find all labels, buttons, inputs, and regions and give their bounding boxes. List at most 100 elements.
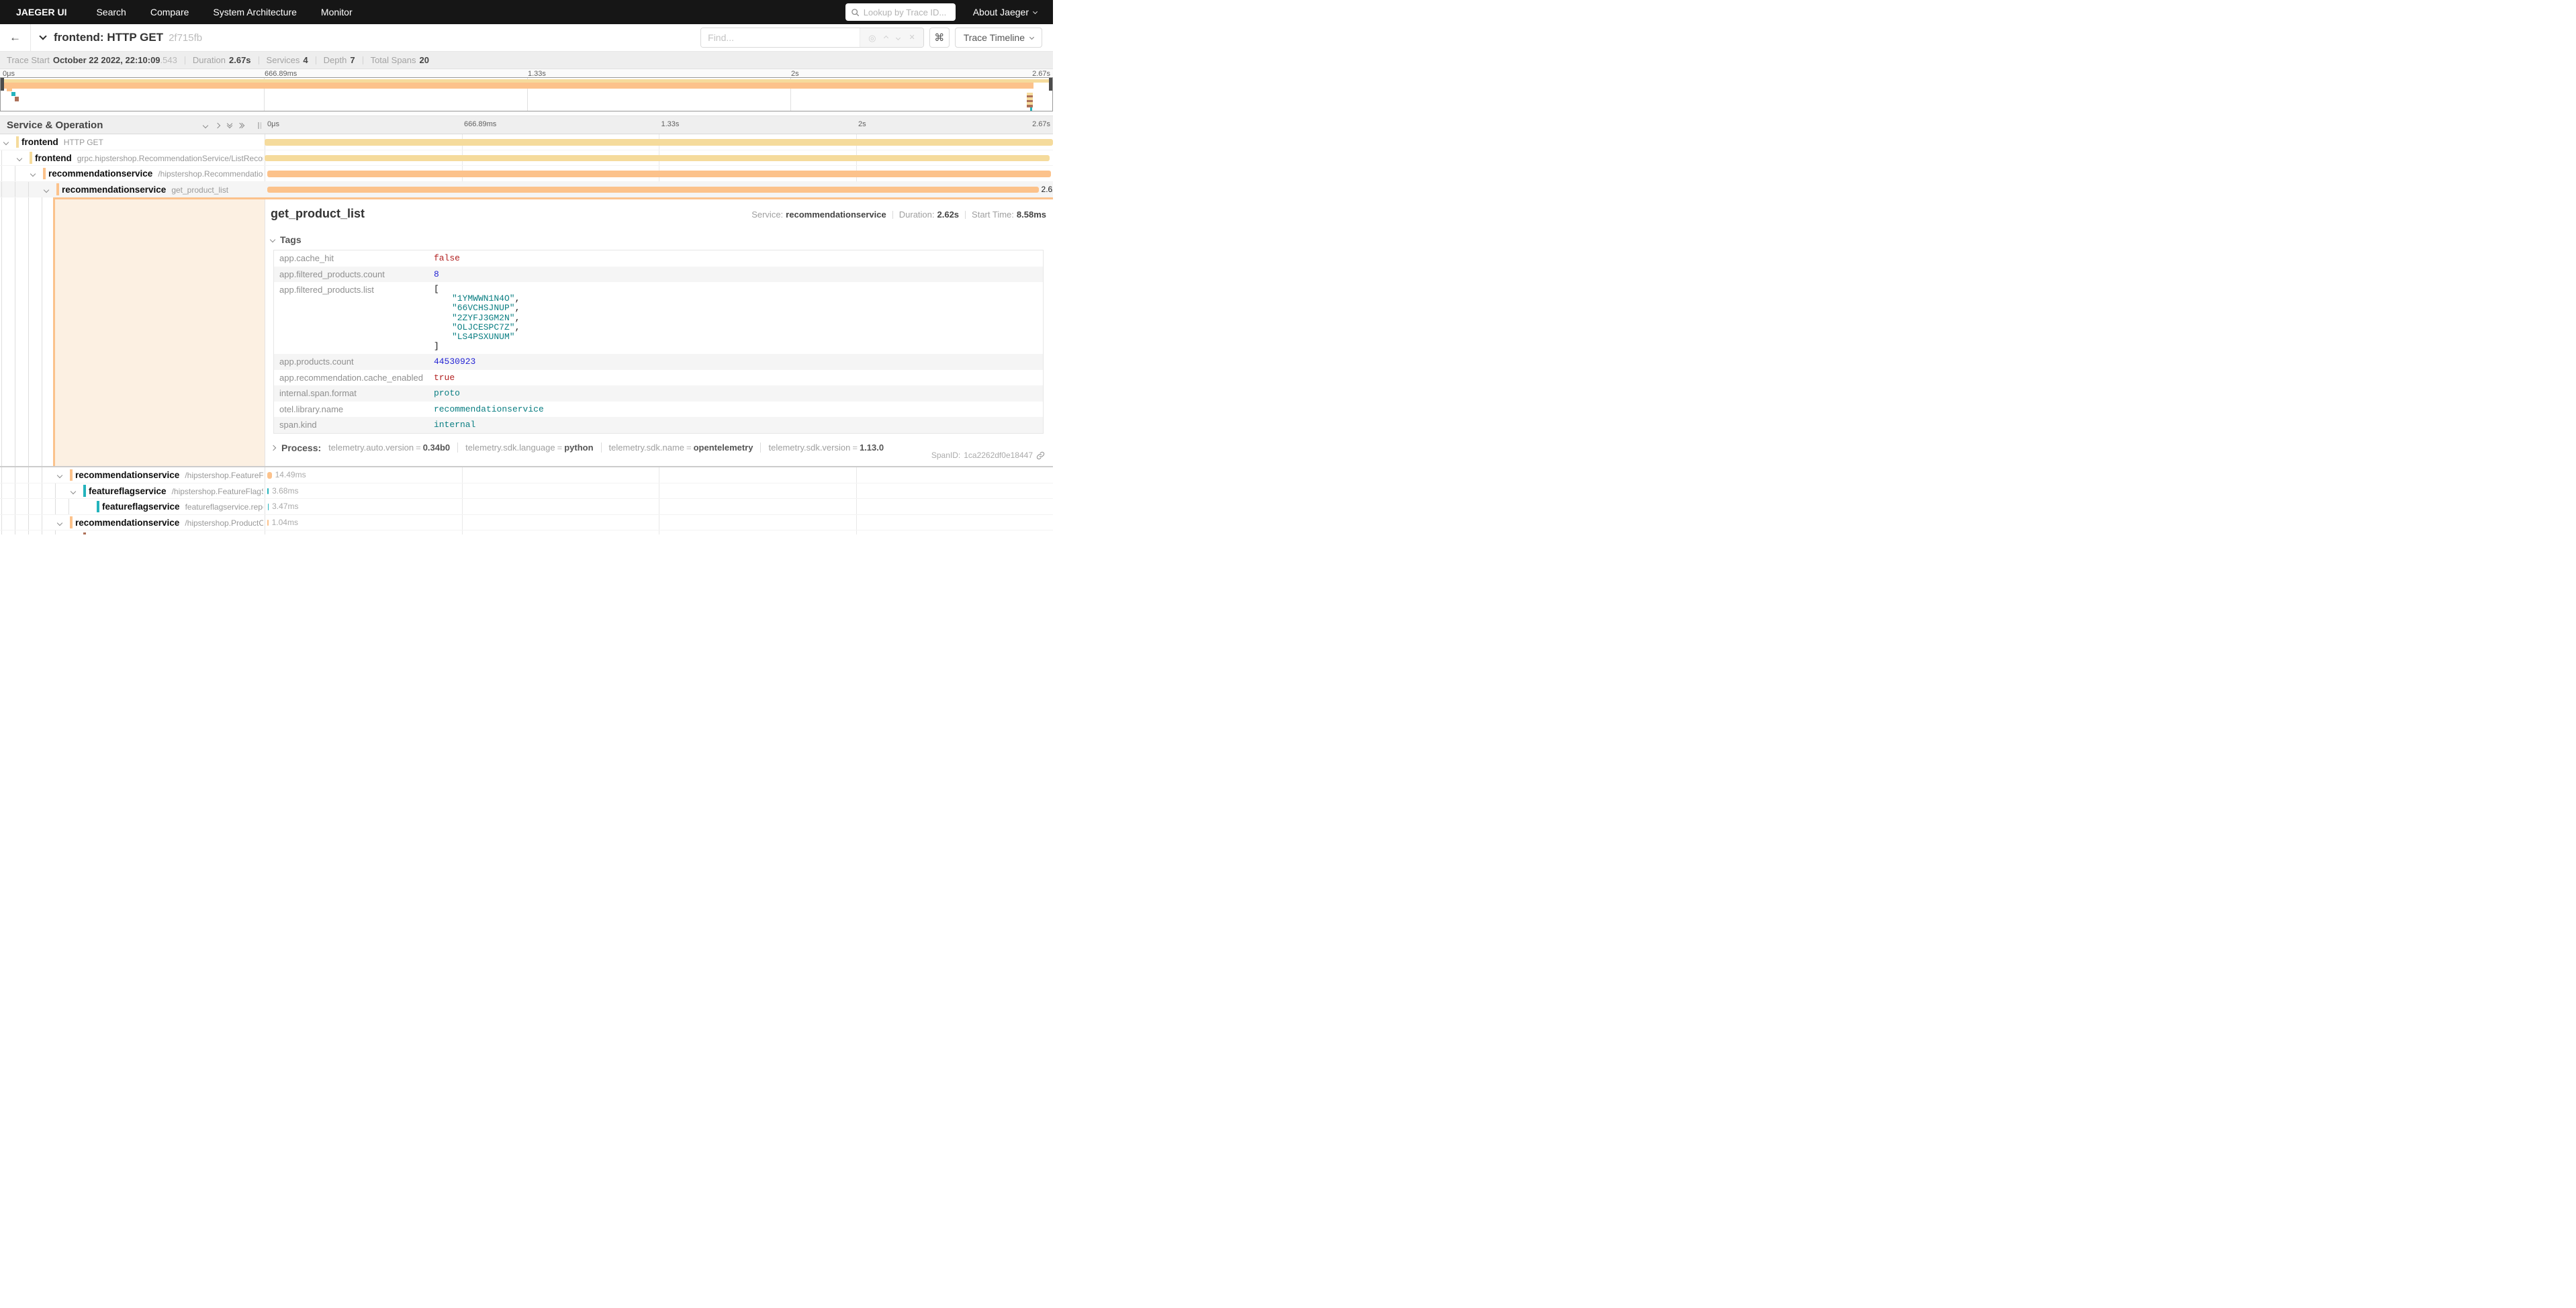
find-input[interactable] [701,28,860,47]
span-detail-meta: Service:recommendationservice Duration:2… [751,209,1046,220]
search-icon [851,8,860,17]
indent-guide [28,515,29,530]
tag-value: true [428,370,1044,386]
duration-value: 2.67s [229,55,251,65]
service-name: frontend [21,137,58,147]
span-row-productcatalogservice[interactable]: productcatalogservice [0,530,1053,534]
keyboard-shortcuts-button[interactable]: ⌘ [929,28,950,48]
span-row-featureflagservice[interactable]: featureflagservice/hipstershop.FeatureFl… [0,483,1053,500]
minimap-span-bar [11,92,15,97]
span-name: recommendationservice/hipstershop.Featur… [75,467,263,484]
chevron-down-icon[interactable] [30,171,36,177]
chevron-down-icon[interactable] [57,473,62,478]
chevron-right-icon [271,445,276,451]
tag-row[interactable]: app.filtered_products.count8 [274,267,1044,283]
about-jaeger-menu[interactable]: About Jaeger [973,7,1037,17]
link-icon[interactable] [1036,451,1045,460]
collapse-trace-chevron-icon[interactable] [39,32,46,40]
tag-key: app.products.count [274,354,428,370]
span-row-recommendationservice[interactable]: recommendationservice/hipstershop.Produc… [0,515,1053,531]
trace-id-lookup[interactable] [845,3,956,21]
tag-row[interactable]: app.cache_hitfalse [274,250,1044,267]
next-result-icon[interactable] [896,35,901,40]
nav-item-compare[interactable]: Compare [150,7,189,17]
operation-name: get_product_list [171,185,228,195]
trace-id-lookup-input[interactable] [864,7,950,17]
collapse-all-icon[interactable] [228,124,232,128]
span-duration-label: 3.47ms [272,499,298,515]
tag-row[interactable]: app.filtered_products.list["1YMWWN1N4O",… [274,282,1044,354]
indent-guide [55,499,56,514]
chevron-down-icon[interactable] [71,488,76,494]
minimap-canvas[interactable] [0,77,1053,111]
chevron-down-icon[interactable] [57,520,62,525]
process-section-toggle[interactable]: Process: telemetry.auto.version=0.34b0te… [271,442,1046,453]
span-row-frontend[interactable]: frontendHTTP GET [0,134,1053,150]
arrow-left-icon: ← [9,31,21,44]
span-duration-bar[interactable] [265,155,1050,162]
tag-row[interactable]: otel.library.namerecommendationservice [274,402,1044,418]
minimap-left-handle[interactable] [1,78,4,91]
trace-summary-bar: Trace Start October 22 2022, 22:10:09.54… [0,52,1053,69]
clear-find-icon[interactable]: ✕ [909,34,915,42]
nav-menu: Search Compare System Architecture Monitor [96,7,376,17]
indent-guide [1,166,2,181]
tags-section-toggle[interactable]: Tags [271,234,1046,245]
span-row-recommendationservice[interactable]: recommendationservice/hipstershop.Recomm… [0,166,1053,182]
minimap-right-handle[interactable] [1049,78,1052,91]
trace-page-header: ← frontend: HTTP GET2f715fb ◎ ✕ ⌘ Trace … [0,24,1053,52]
span-row-featureflagservice[interactable]: featureflagservicefeatureflagservice.rep… [0,499,1053,515]
tag-value: false [428,250,1044,267]
tag-value: internal [428,417,1044,433]
span-duration-bar[interactable] [267,171,1051,177]
service-name: productcatalogservice [89,533,185,534]
nav-item-system-architecture[interactable]: System Architecture [213,7,297,17]
chevron-down-icon[interactable] [44,187,49,192]
tag-key: otel.library.name [274,402,428,418]
tag-row[interactable]: app.recommendation.cache_enabledtrue [274,370,1044,386]
tag-row[interactable]: span.kindinternal [274,417,1044,433]
span-duration-bar[interactable] [267,488,269,495]
chevron-down-icon[interactable] [3,140,9,145]
span-color-stripe [83,532,86,535]
chevron-down-icon[interactable] [17,155,22,160]
span-duration-bar[interactable] [267,472,271,479]
back-button[interactable]: ← [0,24,31,51]
indent-guide [55,530,56,534]
span-duration-bar[interactable] [267,520,269,526]
indent-guide [28,182,29,197]
span-row-frontend[interactable]: frontendgrpc.hipstershop.RecommendationS… [0,150,1053,167]
span-duration-bar[interactable] [267,187,1039,193]
operation-name: featureflagservice.repo.query:fe... [185,502,263,512]
operation-name: /hipstershop.FeatureFlagService/Ge... [172,487,263,496]
locate-span-icon[interactable]: ◎ [868,34,876,42]
expand-all-icon[interactable] [240,124,244,128]
prev-result-icon[interactable] [884,35,888,40]
tag-key: span.kind [274,417,428,433]
tag-row[interactable]: app.products.count44530923 [274,354,1044,370]
collapse-one-icon[interactable] [203,122,208,128]
span-duration-bar[interactable] [268,504,269,510]
process-tag: telemetry.sdk.name=opentelemetry [601,442,753,453]
nav-item-monitor[interactable]: Monitor [321,7,353,17]
tag-value: 8 [428,267,1044,283]
span-duration-bar[interactable] [265,139,1053,146]
tag-row[interactable]: internal.span.formatproto [274,385,1044,402]
span-color-stripe [83,485,86,497]
expand-one-icon[interactable] [215,122,220,128]
minimap-span-bar [7,89,13,91]
tag-key: internal.span.format [274,385,428,402]
span-name: frontendgrpc.hipstershop.RecommendationS… [35,150,263,167]
column-resizer-handle[interactable] [258,122,261,129]
span-row-recommendationservice[interactable]: recommendationservice/hipstershop.Featur… [0,467,1053,483]
timeline-tick-label: 2s [858,120,866,128]
nav-item-search[interactable]: Search [96,7,126,17]
indent-guide [1,182,2,197]
trace-view-select[interactable]: Trace Timeline [955,28,1042,48]
trace-start-value: October 22 2022, 22:10:09.543 [53,55,177,65]
indent-guide [1,499,2,514]
span-detail-panel: get_product_list Service:recommendations… [265,199,1053,466]
service-name: recommendationservice [48,169,152,179]
app-logo[interactable]: JAEGER UI [16,7,66,17]
span-row-recommendationservice[interactable]: recommendationserviceget_product_list2.6… [0,182,1053,198]
